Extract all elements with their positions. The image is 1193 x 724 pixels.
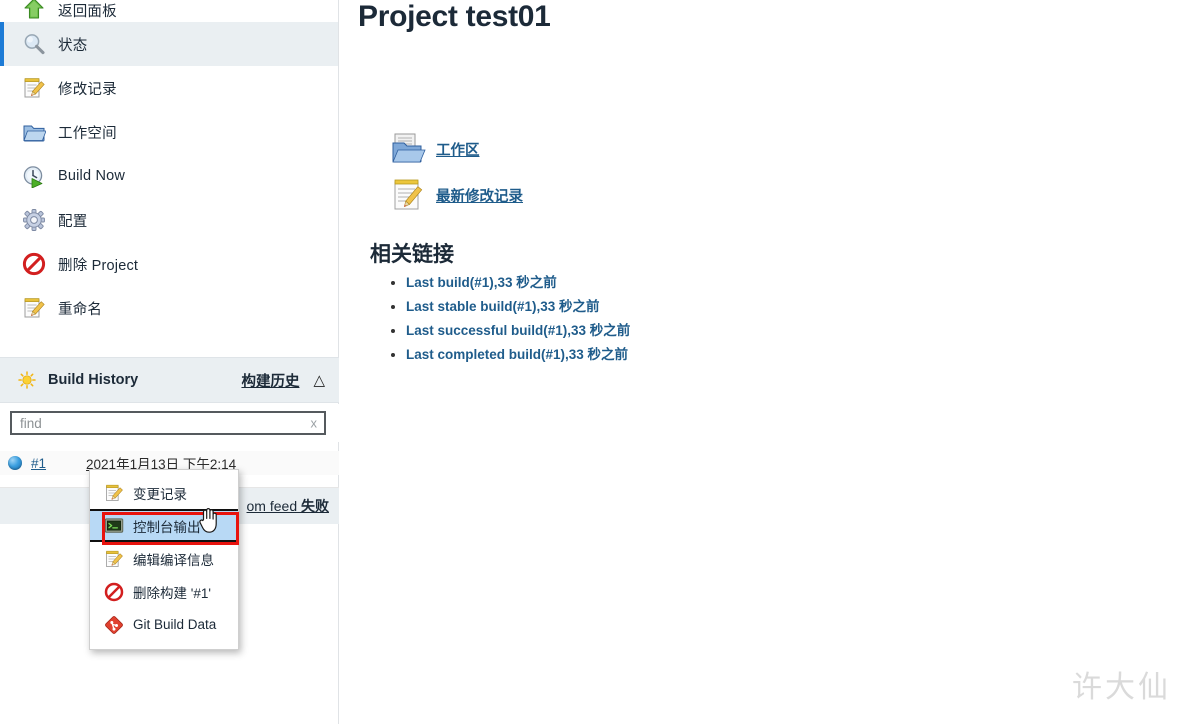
sidebar-item-7[interactable]: 重命名 — [0, 286, 338, 330]
sidebar-item-3[interactable]: 工作空间 — [0, 110, 338, 154]
sidebar-item-label: 删除 Project — [58, 257, 139, 274]
up-arrow-icon — [22, 0, 46, 21]
build-history-title: Build History — [48, 372, 139, 388]
sidebar-item-label: 工作空间 — [58, 125, 117, 142]
atom-feed-link[interactable]: om feed 失败 — [247, 496, 329, 516]
sidebar-item-label: Build Now — [58, 168, 126, 184]
list-item: Last completed build(#1),33 秒之前 — [406, 346, 1193, 364]
context-menu-item-3[interactable]: 删除构建 '#1' — [90, 575, 238, 608]
quick-link-workspace[interactable]: 工作区 — [358, 126, 1193, 172]
notepad-pencil-icon — [22, 296, 46, 320]
sidebar-item-label: 修改记录 — [58, 81, 117, 98]
sidebar-item-5[interactable]: 配置 — [0, 198, 338, 242]
related-links-list: Last build(#1),33 秒之前 Last stable build(#… — [358, 274, 1193, 364]
chevron-up-icon[interactable]: △ — [313, 373, 325, 388]
context-menu-item-1[interactable]: 控制台输出 — [90, 509, 238, 542]
atom-feed-status: 失败 — [301, 498, 329, 514]
search-input[interactable] — [12, 413, 324, 433]
magnifier-icon — [22, 32, 46, 56]
sidebar-item-label: 重命名 — [58, 301, 103, 318]
related-links-heading: 相关链接 — [370, 243, 454, 266]
build-history-link[interactable]: 构建历史 — [241, 370, 299, 391]
notepad-pencil-icon — [104, 483, 124, 503]
quick-link-label[interactable]: 最新修改记录 — [436, 185, 523, 206]
delete-forbidden-icon — [104, 582, 124, 602]
related-link[interactable]: Last successful build(#1),33 秒之前 — [406, 323, 630, 338]
sidebar-item-4[interactable]: Build Now — [0, 154, 338, 198]
gear-icon — [22, 208, 46, 232]
sidebar-item-label: 配置 — [58, 213, 88, 230]
delete-forbidden-icon — [22, 252, 46, 276]
quick-link-label[interactable]: 工作区 — [436, 139, 480, 160]
changes-notepad-icon — [390, 177, 428, 213]
context-menu-item-label: 删除构建 '#1' — [133, 585, 211, 601]
blue-ball-icon — [8, 456, 22, 470]
page-title: Project test01 — [358, 0, 551, 33]
watermark: 许大仙 — [1072, 671, 1171, 704]
context-menu-item-label: Git Build Data — [133, 617, 217, 632]
main-content: Project test01 工作区 最新修改记录 相关链接 • Last bu… — [340, 0, 1193, 724]
atom-feed-prefix: om feed — [246, 498, 301, 514]
find-box[interactable]: x — [10, 411, 326, 435]
clear-search-icon[interactable]: x — [311, 416, 318, 431]
list-item: Last successful build(#1),33 秒之前 — [406, 322, 1193, 340]
notepad-pencil-icon — [104, 549, 124, 569]
list-item: Last stable build(#1),33 秒之前 — [406, 298, 1193, 316]
git-diamond-icon — [104, 615, 124, 635]
jenkins-project-page: 返回面板状态修改记录工作空间 Build Now 配置删除 Project 重命名 — [0, 0, 1193, 724]
quick-link-changes[interactable]: 最新修改记录 — [358, 172, 1193, 218]
related-link[interactable]: Last completed build(#1),33 秒之前 — [406, 347, 628, 362]
console-terminal-icon — [104, 516, 124, 536]
sidebar-item-label: 状态 — [58, 37, 88, 54]
build-history-find-bar: x — [0, 404, 339, 442]
related-link[interactable]: Last stable build(#1),33 秒之前 — [406, 299, 600, 314]
related-link[interactable]: Last build(#1),33 秒之前 — [406, 275, 557, 290]
context-menu-item-label: 编辑编译信息 — [133, 552, 214, 568]
sidebar-item-1[interactable]: 状态 — [0, 22, 338, 66]
list-item: Last build(#1),33 秒之前 — [406, 274, 1193, 292]
notepad-pencil-icon — [22, 76, 46, 100]
context-menu-item-4[interactable]: Git Build Data — [90, 608, 238, 641]
sidebar-item-0[interactable]: 返回面板 — [0, 0, 338, 22]
build-history-actions: 构建历史 △ — [241, 370, 325, 391]
build-clock-icon — [22, 164, 46, 188]
weather-sun-icon — [18, 371, 36, 389]
context-menu-item-label: 变更记录 — [133, 486, 187, 502]
build-history-header[interactable]: Build History 构建历史 △ — [0, 357, 339, 403]
sidebar-task-list: 返回面板状态修改记录工作空间 Build Now 配置删除 Project 重命名 — [0, 0, 338, 330]
sidebar-item-6[interactable]: 删除 Project — [0, 242, 338, 286]
context-menu-item-label: 控制台输出 — [133, 519, 201, 535]
build-number-link[interactable]: #1 — [31, 456, 46, 471]
folder-icon — [22, 120, 46, 144]
build-context-menu[interactable]: 变更记录控制台输出编辑编译信息 删除构建 '#1' Git Build Data — [89, 469, 239, 650]
sidebar-item-label: 返回面板 — [58, 4, 117, 20]
context-menu-item-0[interactable]: 变更记录 — [90, 476, 238, 509]
quick-links: 工作区 最新修改记录 — [358, 126, 1193, 218]
context-menu-item-2[interactable]: 编辑编译信息 — [90, 542, 238, 575]
sidebar-item-2[interactable]: 修改记录 — [0, 66, 338, 110]
workspace-folder-icon — [390, 131, 428, 167]
